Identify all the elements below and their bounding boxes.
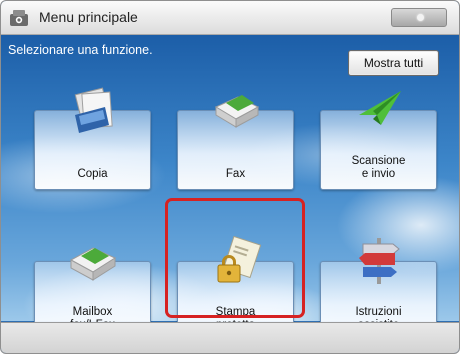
- tile-label: Copia: [77, 168, 108, 180]
- tile-fax[interactable]: Fax: [177, 95, 294, 190]
- copy-icon: [74, 87, 113, 133]
- page-title: Menu principale: [39, 9, 138, 25]
- home-icon: [10, 10, 28, 26]
- show-all-button[interactable]: Mostra tutti: [348, 50, 439, 76]
- instruction-text: Selezionare una funzione.: [8, 43, 153, 57]
- mailbox-fax-icon: [69, 247, 116, 281]
- tile-label: Fax: [225, 168, 246, 180]
- title-bar: Menu principale: [1, 1, 459, 35]
- scan-send-icon: [358, 91, 401, 125]
- status-button[interactable]: [391, 8, 447, 27]
- tile-scan-send[interactable]: Scansione e invio: [320, 91, 437, 190]
- guide-signpost-icon: [358, 238, 400, 284]
- selection-highlight: [165, 198, 305, 318]
- status-dot-icon: [417, 14, 424, 21]
- status-bar: [1, 322, 459, 353]
- tile-copy[interactable]: Copia: [34, 87, 151, 190]
- tile-label: Scansione e invio: [351, 155, 406, 180]
- screen-frame: Menu principale Selezionare una funzione…: [0, 0, 460, 354]
- fax-icon: [214, 95, 259, 128]
